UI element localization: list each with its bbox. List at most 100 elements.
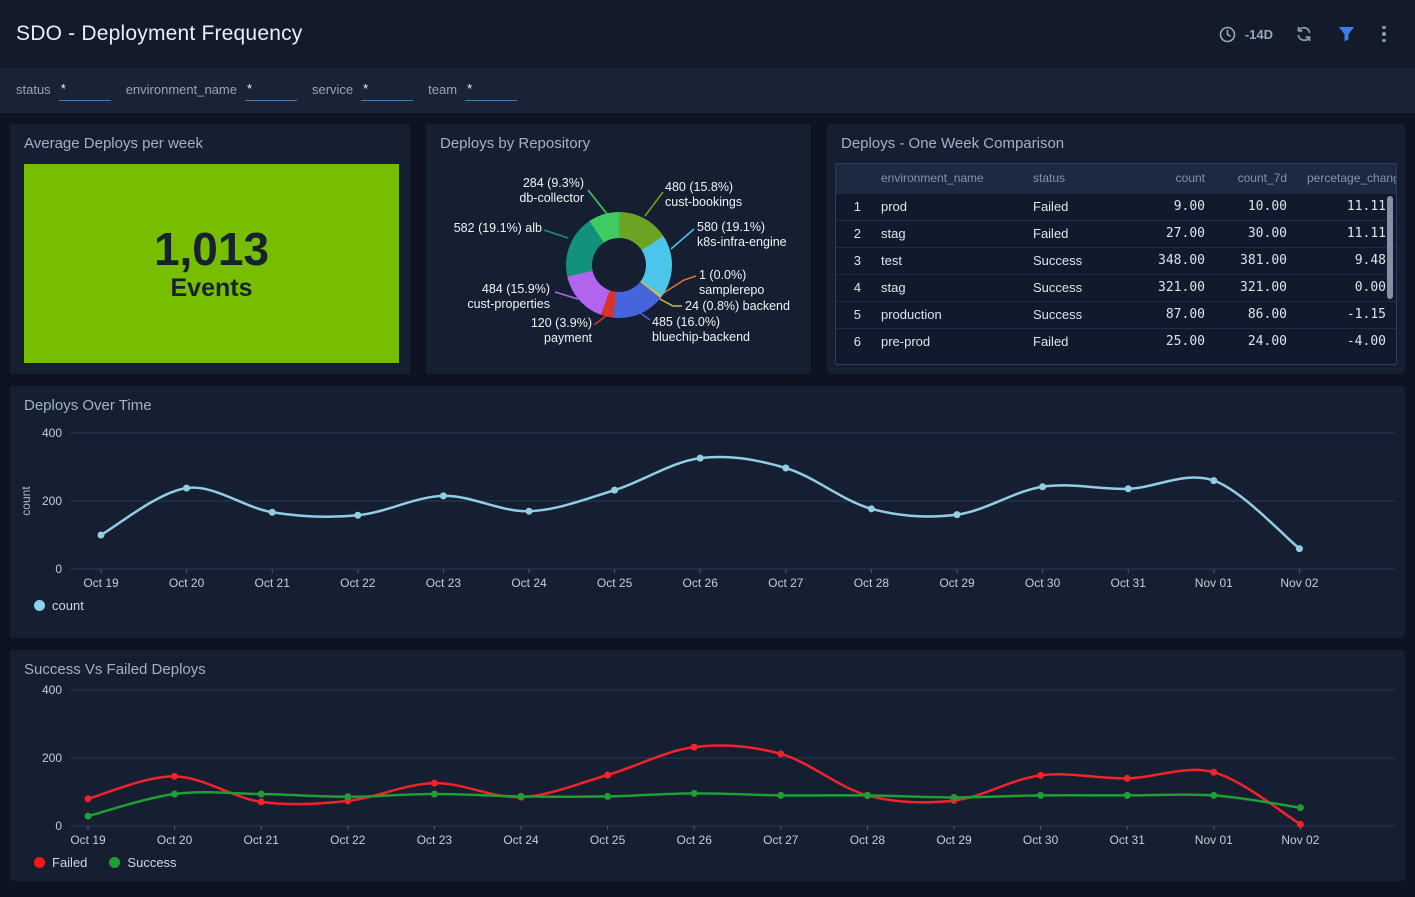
data-point-success[interactable] xyxy=(1124,792,1131,799)
filter-icon[interactable] xyxy=(1335,23,1357,45)
data-point-success[interactable] xyxy=(1297,804,1304,811)
table-scrollbar[interactable] xyxy=(1387,196,1393,299)
deploys-over-time-legend: count xyxy=(34,598,84,613)
y-tick-label: 0 xyxy=(55,562,62,576)
data-point-count[interactable] xyxy=(868,505,875,512)
legend-dot xyxy=(34,600,45,611)
data-point-count[interactable] xyxy=(611,487,618,494)
data-point-count[interactable] xyxy=(954,511,961,518)
row-index: 2 xyxy=(836,220,871,247)
comparison-table-container: environment_name status count count_7d p… xyxy=(835,163,1397,365)
filter-status-input[interactable] xyxy=(59,81,111,101)
data-point-count[interactable] xyxy=(782,465,789,472)
kebab-menu-icon[interactable] xyxy=(1377,26,1391,43)
table-row[interactable]: 3testSuccess348.00381.009.48 xyxy=(836,247,1396,274)
data-point-success[interactable] xyxy=(85,813,92,820)
data-point-success[interactable] xyxy=(344,793,351,800)
col-count-7d[interactable]: count_7d xyxy=(1215,164,1297,193)
data-point-count[interactable] xyxy=(1039,483,1046,490)
table-row[interactable]: 1prodFailed9.0010.0011.11 xyxy=(836,193,1396,220)
filter-environment-name-input[interactable] xyxy=(245,81,297,101)
dashboard-header: SDO - Deployment Frequency -14D xyxy=(0,0,1415,68)
data-point-count[interactable] xyxy=(526,508,533,515)
data-point-success[interactable] xyxy=(171,791,178,798)
data-point-failed[interactable] xyxy=(604,772,611,779)
data-point-success[interactable] xyxy=(258,791,265,798)
legend-item-success[interactable]: Success xyxy=(109,855,176,870)
legend-item-count[interactable]: count xyxy=(34,598,84,613)
data-point-success[interactable] xyxy=(431,791,438,798)
data-point-failed[interactable] xyxy=(1037,772,1044,779)
x-tick-label: Nov 02 xyxy=(1280,576,1318,590)
y-axis-label: count xyxy=(19,486,33,516)
legend-item-failed[interactable]: Failed xyxy=(34,855,87,870)
panel-deploys-by-repository: Deploys by Repository 284 (9.3%)db-col xyxy=(426,124,811,374)
data-point-failed[interactable] xyxy=(171,773,178,780)
filter-service-input[interactable] xyxy=(361,81,413,101)
data-point-success[interactable] xyxy=(691,790,698,797)
x-tick-label: Oct 21 xyxy=(244,833,280,847)
time-range-button[interactable]: -14D xyxy=(1217,23,1273,45)
data-point-count[interactable] xyxy=(697,455,704,462)
col-percetage-change[interactable]: percetage_change xyxy=(1297,164,1396,193)
data-point-count[interactable] xyxy=(269,509,276,516)
success-vs-failed-legend: Failed Success xyxy=(34,855,177,870)
data-point-count[interactable] xyxy=(1125,485,1132,492)
legend-dot xyxy=(109,857,120,868)
data-point-success[interactable] xyxy=(864,792,871,799)
cell-percetage_change: 9.48 xyxy=(1297,247,1396,274)
y-tick-label: 200 xyxy=(42,751,62,765)
x-tick-label: Oct 19 xyxy=(70,833,106,847)
series-line-count xyxy=(101,457,1299,549)
table-row[interactable]: 6pre-prodFailed25.0024.00-4.00 xyxy=(836,328,1396,355)
table-row[interactable]: 2stagFailed27.0030.0011.11 xyxy=(836,220,1396,247)
filter-team-label: team xyxy=(428,82,457,101)
cell-count_7d: 10.00 xyxy=(1215,193,1297,220)
panel-deploys-over-time: Deploys Over Time 0200400Oct 19Oct 20Oct… xyxy=(10,386,1405,638)
col-count[interactable]: count xyxy=(1131,164,1215,193)
legend-label: count xyxy=(52,598,84,613)
data-point-failed[interactable] xyxy=(1124,775,1131,782)
data-point-count[interactable] xyxy=(183,485,190,492)
data-point-failed[interactable] xyxy=(431,780,438,787)
data-point-failed[interactable] xyxy=(85,795,92,802)
success-vs-failed-chart[interactable]: 0200400Oct 19Oct 20Oct 21Oct 22Oct 23Oct… xyxy=(10,650,1405,881)
data-point-count[interactable] xyxy=(1210,477,1217,484)
data-point-failed[interactable] xyxy=(691,744,698,751)
refresh-icon[interactable] xyxy=(1293,23,1315,45)
cell-status: Success xyxy=(1023,301,1131,328)
col-status[interactable]: status xyxy=(1023,164,1131,193)
average-deploys-tile[interactable]: 1,013 Events xyxy=(24,164,399,363)
data-point-failed[interactable] xyxy=(777,750,784,757)
data-point-failed[interactable] xyxy=(258,798,265,805)
time-range-label: -14D xyxy=(1245,27,1273,42)
data-point-success[interactable] xyxy=(518,793,525,800)
cell-count: 9.00 xyxy=(1131,193,1215,220)
data-point-success[interactable] xyxy=(604,793,611,800)
cell-count: 25.00 xyxy=(1131,328,1215,355)
data-point-count[interactable] xyxy=(440,492,447,499)
col-environment-name[interactable]: environment_name xyxy=(871,164,1023,193)
panel-one-week-comparison-title: Deploys - One Week Comparison xyxy=(841,135,1064,152)
x-tick-label: Oct 24 xyxy=(503,833,539,847)
data-point-failed[interactable] xyxy=(1297,821,1304,828)
table-row[interactable]: 4stagSuccess321.00321.000.00 xyxy=(836,274,1396,301)
filter-team: team xyxy=(428,81,517,101)
data-point-count[interactable] xyxy=(354,512,361,519)
filter-bar: status environment_name service team xyxy=(0,68,1415,113)
x-tick-label: Oct 30 xyxy=(1023,833,1059,847)
cell-count: 348.00 xyxy=(1131,247,1215,274)
filter-team-input[interactable] xyxy=(465,81,517,101)
data-point-success[interactable] xyxy=(1210,792,1217,799)
data-point-success[interactable] xyxy=(951,794,958,801)
data-point-success[interactable] xyxy=(777,792,784,799)
deploys-over-time-chart[interactable]: 0200400Oct 19Oct 20Oct 21Oct 22Oct 23Oct… xyxy=(10,386,1405,638)
x-tick-label: Oct 22 xyxy=(340,576,376,590)
data-point-failed[interactable] xyxy=(1210,769,1217,776)
data-point-count[interactable] xyxy=(98,532,105,539)
data-point-success[interactable] xyxy=(1037,792,1044,799)
table-row[interactable]: 5productionSuccess87.0086.00-1.15 xyxy=(836,301,1396,328)
cell-count_7d: 321.00 xyxy=(1215,274,1297,301)
data-point-count[interactable] xyxy=(1296,545,1303,552)
cell-environment_name: stag xyxy=(871,220,1023,247)
